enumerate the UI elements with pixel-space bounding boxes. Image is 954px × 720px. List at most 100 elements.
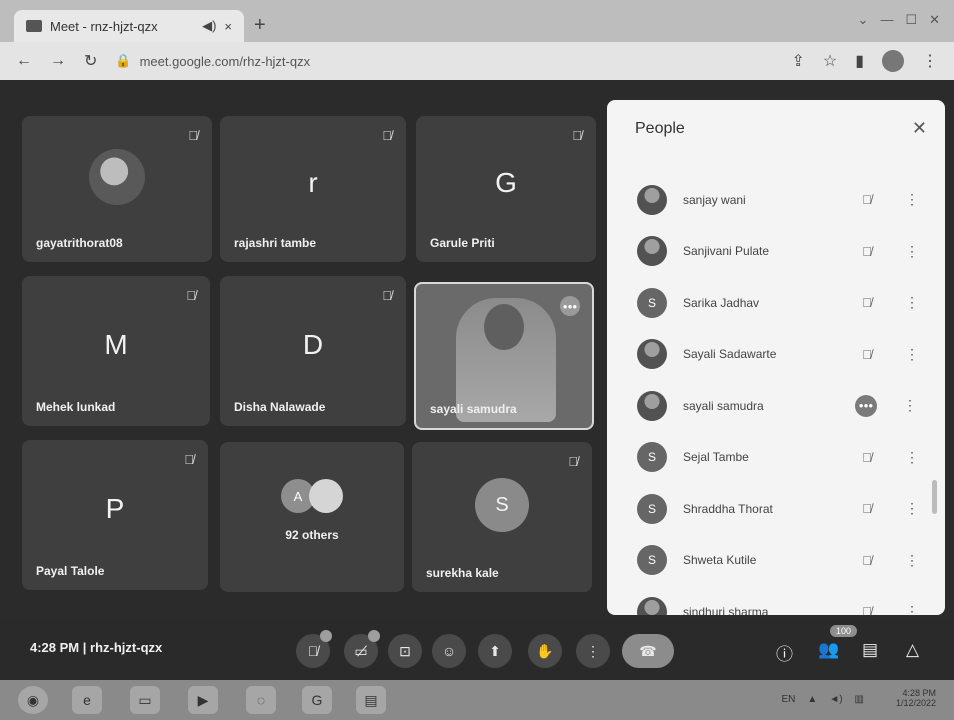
- more-vert-icon[interactable]: ⋮: [905, 243, 919, 260]
- mic-off-icon[interactable]: 🎙̸: [855, 501, 879, 516]
- mic-off-icon[interactable]: 🎙̸: [855, 347, 879, 362]
- more-vert-icon[interactable]: ⋮: [905, 552, 919, 569]
- speaking-indicator-icon[interactable]: ●●●: [855, 394, 877, 417]
- os-taskbar: ◉ e ▭ ▶ ◌ G ▤ EN ▲ ◄) ▥ 4:28 PM 1/12/202…: [0, 680, 954, 720]
- meeting-controls-bar: 4:28 PM | rhz-hjzt-qzx 🎙̸ ▭̸ ⊡ ☺ ⬆ ✋ ⋮ ☎…: [0, 620, 954, 680]
- url-field[interactable]: 🔒 meet.google.com/rhz-hjzt-qzx: [115, 53, 773, 69]
- tray-arrow-icon[interactable]: ▲: [807, 694, 817, 705]
- chrome-icon[interactable]: G: [302, 686, 332, 714]
- more-vert-icon[interactable]: ⋮: [905, 500, 919, 517]
- maximize-icon[interactable]: ☐: [905, 12, 917, 28]
- list-item[interactable]: sayali samudra ●●● ⋮: [607, 380, 927, 432]
- sidebar-icon[interactable]: ▮: [855, 51, 864, 71]
- chat-icon[interactable]: ▤: [862, 640, 878, 660]
- mic-toggle-button[interactable]: 🎙̸: [296, 630, 332, 668]
- list-item[interactable]: Sayali Sadawarte 🎙̸ ⋮: [607, 329, 927, 381]
- reactions-button[interactable]: ☺: [432, 634, 466, 668]
- participant-video-tile[interactable]: ●●● sayali samudra: [414, 282, 594, 430]
- participant-name: surekha kale: [426, 566, 499, 580]
- new-tab-button[interactable]: +: [254, 14, 266, 37]
- participant-tile[interactable]: 🎙̸ M Mehek lunkad: [22, 276, 210, 426]
- participant-tile[interactable]: 🎙̸ gayatrithorat08: [22, 116, 212, 262]
- people-list: sanjay wani 🎙̸ ⋮ Sanjivani Pulate 🎙̸ ⋮ S Sarika…: [607, 174, 927, 615]
- raise-hand-button[interactable]: ✋: [528, 634, 562, 668]
- system-clock[interactable]: 4:28 PM 1/12/2022: [896, 688, 936, 708]
- participant-name: sayali samudra: [430, 402, 517, 416]
- speaker-icon[interactable]: ◀): [202, 18, 216, 34]
- minimize-icon[interactable]: —: [880, 12, 893, 28]
- participant-tile[interactable]: 🎙̸ S surekha kale: [412, 442, 592, 592]
- list-item[interactable]: S Sarika Jadhav 🎙̸ ⋮: [607, 277, 927, 329]
- lock-icon: 🔒: [115, 53, 132, 68]
- more-vert-icon[interactable]: ⋮: [905, 449, 919, 466]
- mic-off-icon: 🎙̸: [572, 128, 582, 143]
- activities-icon[interactable]: △: [906, 640, 919, 660]
- app-icon[interactable]: ◌: [246, 686, 276, 714]
- more-vert-icon[interactable]: ⋮: [905, 346, 919, 363]
- participant-tile[interactable]: 🎙̸ r rajashri tambe: [220, 116, 406, 262]
- meeting-details-icon[interactable]: ⓘ: [776, 640, 793, 665]
- more-options-button[interactable]: ⋮: [576, 634, 610, 668]
- more-vert-icon[interactable]: ⋮: [903, 397, 917, 414]
- list-item[interactable]: S Sejal Tambe 🎙̸ ⋮: [607, 432, 927, 484]
- list-item[interactable]: Sanjivani Pulate 🎙̸ ⋮: [607, 226, 927, 278]
- menu-dots-icon[interactable]: ⋮: [922, 51, 938, 71]
- panel-scrollbar[interactable]: [932, 480, 937, 514]
- mic-off-icon: 🎙̸: [382, 128, 392, 143]
- participant-tile[interactable]: 🎙̸ P Payal Talole: [22, 440, 208, 590]
- more-vert-icon[interactable]: ⋮: [905, 294, 919, 311]
- hand-icon: ✋: [536, 642, 554, 659]
- reload-icon[interactable]: ↻: [84, 51, 97, 71]
- list-item[interactable]: sindhuri sharma 🎙̸ ⋮: [607, 586, 927, 615]
- close-window-icon[interactable]: ✕: [929, 12, 940, 28]
- url-text: meet.google.com/rhz-hjzt-qzx: [139, 53, 311, 69]
- folder-icon[interactable]: ▭: [130, 686, 160, 714]
- mic-off-icon: 🎙̸: [184, 452, 194, 467]
- participant-initial: M: [104, 329, 128, 360]
- more-vert-icon[interactable]: ⋮: [905, 603, 919, 615]
- mic-options-badge: [320, 630, 332, 642]
- captions-icon: ⊡: [399, 642, 411, 659]
- document-icon[interactable]: ▤: [356, 686, 386, 714]
- share-icon[interactable]: ⇪: [791, 51, 804, 71]
- network-icon[interactable]: ▥: [855, 694, 864, 705]
- mic-off-icon[interactable]: 🎙̸: [855, 604, 879, 615]
- mic-off-icon[interactable]: 🎙̸: [855, 192, 879, 207]
- back-icon[interactable]: ←: [16, 52, 32, 70]
- tab-close-icon[interactable]: ×: [224, 19, 232, 34]
- participant-tile[interactable]: 🎙̸ D Disha Nalawade: [220, 276, 406, 426]
- start-button-icon[interactable]: ◉: [18, 686, 48, 714]
- person-avatar: S: [637, 545, 667, 576]
- media-player-icon[interactable]: ▶: [188, 686, 218, 714]
- meet-favicon-icon: [26, 20, 42, 32]
- chevron-down-icon[interactable]: ⌄: [858, 12, 869, 28]
- list-item[interactable]: sanjay wani 🎙̸ ⋮: [607, 174, 927, 226]
- mic-off-icon[interactable]: 🎙̸: [855, 244, 879, 259]
- profile-avatar[interactable]: [882, 50, 904, 72]
- close-icon[interactable]: ✕: [912, 118, 927, 139]
- others-avatars: A: [281, 479, 343, 513]
- list-item[interactable]: S Shraddha Thorat 🎙̸ ⋮: [607, 483, 927, 535]
- mic-off-icon[interactable]: 🎙̸: [855, 450, 879, 465]
- star-icon[interactable]: ☆: [823, 51, 837, 71]
- forward-icon[interactable]: →: [50, 52, 66, 70]
- others-avatar-photo: [309, 479, 343, 513]
- participant-tile[interactable]: 🎙̸ G Garule Priti: [416, 116, 596, 262]
- list-item[interactable]: S Shweta Kutile 🎙̸ ⋮: [607, 535, 927, 587]
- system-tray: EN ▲ ◄) ▥: [782, 694, 865, 705]
- others-tile[interactable]: A 92 others: [220, 442, 404, 592]
- more-vert-icon: ⋮: [586, 642, 600, 659]
- present-button[interactable]: ⬆: [478, 634, 512, 668]
- mic-off-icon[interactable]: 🎙̸: [855, 553, 879, 568]
- language-indicator[interactable]: EN: [782, 694, 796, 705]
- leave-call-button[interactable]: ☎: [622, 634, 674, 668]
- volume-icon[interactable]: ◄): [829, 694, 842, 705]
- mic-off-icon[interactable]: 🎙̸: [855, 295, 879, 310]
- people-icon[interactable]: 👥: [818, 640, 839, 660]
- browser-tab[interactable]: Meet - rnz-hjzt-qzx ◀) ×: [14, 10, 244, 42]
- camera-toggle-button[interactable]: ▭̸: [344, 630, 380, 668]
- screen: Meet - rnz-hjzt-qzx ◀) × + ⌄ — ☐ ✕ ← → ↻…: [0, 0, 954, 720]
- ie-icon[interactable]: e: [72, 686, 102, 714]
- more-vert-icon[interactable]: ⋮: [905, 191, 919, 208]
- captions-button[interactable]: ⊡: [388, 634, 422, 668]
